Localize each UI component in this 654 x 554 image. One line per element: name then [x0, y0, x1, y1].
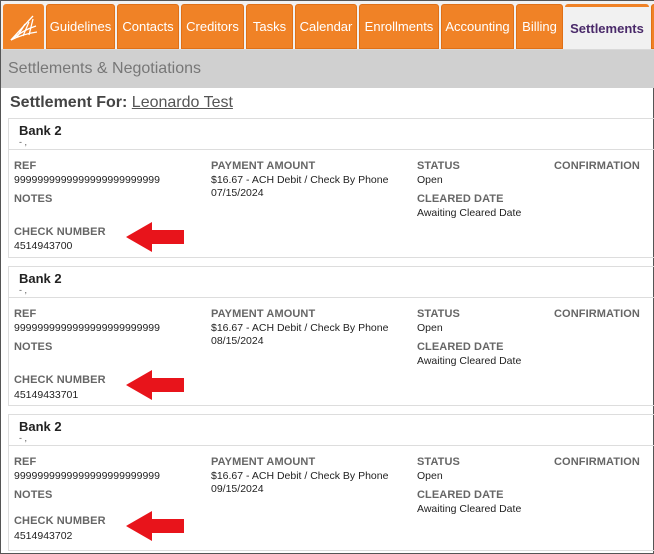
bank-subtext: - , [19, 285, 27, 295]
check-number-value: 4514943700 [14, 240, 73, 252]
card-header: Bank 2 - , [9, 415, 654, 446]
settlement-card: Bank 2 - , REF 9999999999999999999999999… [8, 266, 654, 406]
settlement-for-label: Settlement For: [10, 94, 128, 111]
tab-guidelines[interactable]: Guidelines [46, 4, 115, 49]
settlement-card: Bank 2 - , REF 9999999999999999999999999… [8, 414, 654, 551]
ref-label: REF [14, 456, 37, 468]
ref-label: REF [14, 160, 37, 172]
payment-amount-label: PAYMENT AMOUNT [211, 160, 316, 172]
tab-accounting[interactable]: Accounting [441, 4, 514, 49]
settlement-card: Bank 2 - , REF 9999999999999999999999999… [8, 118, 654, 258]
card-header: Bank 2 - , [9, 119, 654, 150]
ref-value: 9999999999999999999999999 [14, 470, 160, 482]
ref-label: REF [14, 308, 37, 320]
settlement-for-heading: Settlement For: Leonardo Test [10, 94, 233, 112]
tab-label: Accounting [445, 19, 510, 34]
tab-label: Settlements [570, 20, 644, 36]
tab-label: Creditors [186, 19, 239, 34]
tab-billing[interactable]: Billing [516, 4, 563, 49]
cleared-date-value: Awaiting Cleared Date [417, 355, 522, 367]
tab-label: Calendar [299, 19, 353, 34]
notes-label: NOTES [14, 489, 53, 501]
confirmation-label: CONFIRMATION [554, 308, 640, 320]
tab-settlements[interactable]: Settlements [565, 4, 649, 49]
check-number-value: 45149433701 [14, 389, 79, 401]
tab-calendar[interactable]: Calendar [295, 4, 357, 49]
payment-amount-value: $16.67 - ACH Debit / Check By Phone [211, 470, 389, 482]
top-nav-tabs: Guidelines Contacts Creditors Tasks Cale… [1, 1, 654, 50]
tab-label: Contacts [122, 19, 174, 34]
ref-value: 9999999999999999999999999 [14, 322, 160, 334]
tab-label: Enrollments [364, 19, 434, 34]
notes-label: NOTES [14, 193, 53, 205]
bank-name: Bank 2 [19, 123, 62, 138]
payment-amount-label: PAYMENT AMOUNT [211, 456, 316, 468]
check-number-value: 4514943702 [14, 530, 73, 542]
cleared-date-label: CLEARED DATE [417, 489, 504, 501]
tab-creditors[interactable]: Creditors [181, 4, 244, 49]
tab-contacts[interactable]: Contacts [117, 4, 179, 49]
bank-name: Bank 2 [19, 419, 62, 434]
payment-amount-value: $16.67 - ACH Debit / Check By Phone [211, 174, 389, 186]
card-header: Bank 2 - , [9, 267, 654, 298]
bank-name: Bank 2 [19, 271, 62, 286]
status-label: STATUS [417, 308, 460, 320]
status-value: Open [417, 174, 443, 186]
confirmation-label: CONFIRMATION [554, 160, 640, 172]
cleared-date-label: CLEARED DATE [417, 341, 504, 353]
red-arrow-icon [126, 370, 184, 400]
notes-label: NOTES [14, 341, 53, 353]
tab-tasks[interactable]: Tasks [246, 4, 293, 49]
payment-date: 09/15/2024 [211, 483, 264, 495]
client-name-link[interactable]: Leonardo Test [132, 94, 233, 111]
bank-subtext: - , [19, 137, 27, 147]
status-label: STATUS [417, 160, 460, 172]
cleared-date-value: Awaiting Cleared Date [417, 503, 522, 515]
tab-enrollments[interactable]: Enrollments [359, 4, 439, 49]
ref-value: 9999999999999999999999999 [14, 174, 160, 186]
confirmation-label: CONFIRMATION [554, 456, 640, 468]
status-label: STATUS [417, 456, 460, 468]
bank-subtext: - , [19, 433, 27, 443]
red-arrow-icon [126, 222, 184, 252]
cleared-date-value: Awaiting Cleared Date [417, 207, 522, 219]
payment-amount-value: $16.67 - ACH Debit / Check By Phone [211, 322, 389, 334]
payment-date: 07/15/2024 [211, 187, 264, 199]
section-title: Settlements & Negotiations [1, 50, 654, 88]
tab-label: Guidelines [49, 19, 112, 34]
status-value: Open [417, 322, 443, 334]
red-arrow-icon [126, 511, 184, 541]
cleared-date-label: CLEARED DATE [417, 193, 504, 205]
tab-label: Billing [522, 19, 557, 34]
payment-date: 08/15/2024 [211, 335, 264, 347]
payment-amount-label: PAYMENT AMOUNT [211, 308, 316, 320]
tab-label: Tasks [252, 19, 287, 34]
check-number-label: CHECK NUMBER [14, 226, 106, 238]
check-number-label: CHECK NUMBER [14, 515, 106, 527]
app-logo-icon[interactable] [3, 4, 44, 49]
status-value: Open [417, 470, 443, 482]
check-number-label: CHECK NUMBER [14, 374, 106, 386]
